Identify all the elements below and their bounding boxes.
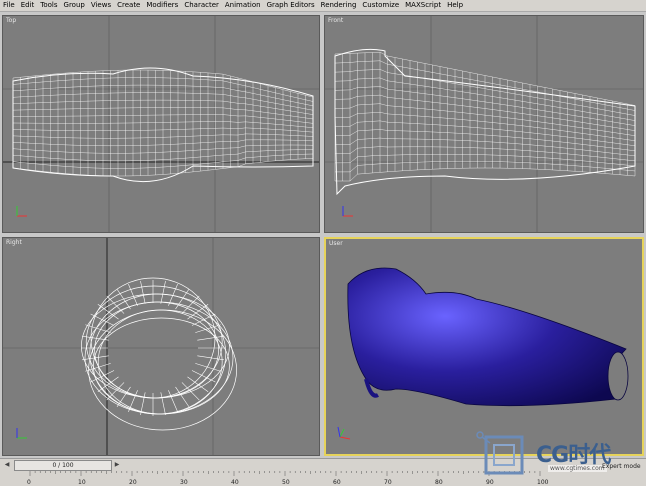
menu-item-customize[interactable]: Customize — [359, 0, 402, 11]
cg-logo-icon — [476, 431, 524, 475]
viewport-label[interactable]: Right — [6, 239, 22, 246]
menu-item-edit[interactable]: Edit — [18, 0, 38, 11]
menu-item-create[interactable]: Create — [114, 0, 143, 11]
menu-bar: File Edit Tools Group Views Create Modifiers Ch… — [0, 0, 646, 12]
menu-item-tools[interactable]: Tools — [37, 0, 60, 11]
front-wireframe — [325, 16, 643, 232]
viewport-label[interactable]: Front — [328, 17, 343, 24]
watermark-url: www.cgtimes.com — [548, 465, 607, 472]
viewport-user[interactable]: User — [324, 237, 644, 456]
menu-item-maxscript[interactable]: MAXScript — [402, 0, 444, 11]
status-text: Expert mode — [602, 463, 641, 470]
slider-prev-icon[interactable]: ◀ — [2, 460, 12, 469]
menu-item-group[interactable]: Group — [61, 0, 88, 11]
top-wireframe — [3, 16, 319, 232]
viewport-label[interactable]: Top — [6, 17, 16, 24]
viewport-front[interactable]: Front — [324, 15, 644, 233]
menu-item-rendering[interactable]: Rendering — [318, 0, 360, 11]
menu-item-graph-editors[interactable]: Graph Editors — [264, 0, 318, 11]
axis-tripod-icon — [342, 206, 353, 217]
menu-item-character[interactable]: Character — [181, 0, 222, 11]
time-slider[interactable]: 0 / 100 — [14, 460, 112, 471]
menu-item-modifiers[interactable]: Modifiers — [143, 0, 181, 11]
viewport-label[interactable]: User — [329, 240, 343, 247]
menu-item-views[interactable]: Views — [88, 0, 114, 11]
watermark: CG时代 www.cgtimes.com — [470, 427, 646, 485]
menu-item-file[interactable]: File — [0, 0, 18, 11]
viewport-area: Top Front Right User — [0, 12, 646, 458]
axis-tripod-icon — [16, 206, 27, 217]
right-wireframe — [3, 238, 319, 455]
viewport-top[interactable]: Top — [2, 15, 320, 233]
user-shaded-object — [337, 267, 629, 440]
axis-tripod-icon — [16, 428, 27, 439]
slider-next-icon[interactable]: ▶ — [112, 460, 122, 469]
axis-tripod-icon — [337, 426, 351, 440]
menu-item-animation[interactable]: Animation — [222, 0, 264, 11]
viewport-right[interactable]: Right — [2, 237, 320, 456]
menu-item-help[interactable]: Help — [444, 0, 466, 11]
